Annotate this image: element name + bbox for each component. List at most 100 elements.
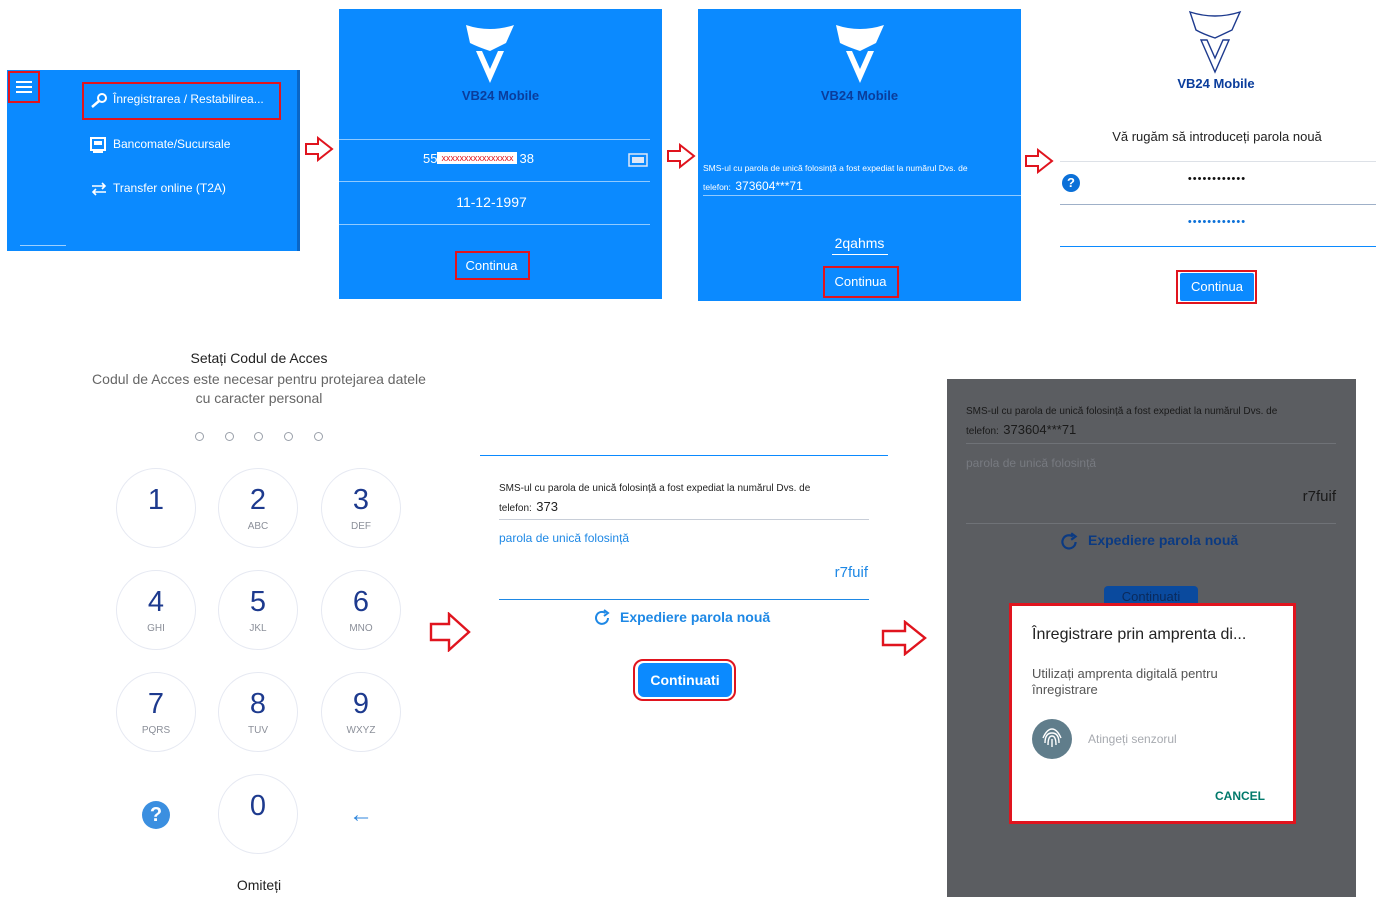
divider [339,181,650,182]
key-digit: 0 [249,790,267,822]
key-letters: WXYZ [346,725,376,736]
sms-info-text: SMS-ul cu parola de unică folosință a fo… [499,483,811,494]
continue-button-highlight [455,251,530,280]
phone-label: telefon: [703,182,731,192]
help-icon[interactable]: ? [142,801,170,829]
set-passcode-subtitle: cu caracter personal [195,390,323,406]
divider [1060,161,1376,162]
key-letters: DEF [351,521,371,532]
fingerprint-icon[interactable] [1032,719,1072,759]
divider [703,195,1021,196]
fingerprint-dialog: Înregistrare prin amprenta di... Utiliza… [1009,603,1296,824]
transfer-icon [91,182,107,196]
menu-item-atm[interactable]: Bancomate/Sucursale [88,133,280,157]
birthdate-field[interactable]: 11-12-1997 [339,194,644,210]
arrow-right-icon [667,143,696,169]
keypad-key-2[interactable]: 2 ABC [218,468,298,548]
divider [339,224,650,225]
atm-icon [90,137,106,153]
key-letters: GHI [147,623,165,634]
key-letters: TUV [248,725,268,736]
pin-dot [254,432,263,441]
phone-line: telefon: 373604***71 [966,421,1076,439]
key-digit: 7 [147,688,165,720]
new-password-prompt: Vă rugăm să introduceți parola nouă [1112,129,1322,144]
sms-info-text: SMS-ul cu parola de unică folosință a fo… [703,163,968,173]
password-field[interactable]: •••••••••••• [1060,173,1374,185]
card-suffix: 38 [519,151,534,166]
menu-right-border [297,70,300,251]
pin-dot [195,432,204,441]
menu-item-registration-highlight [82,82,281,120]
menu-item-transfer-label: Transfer online (T2A) [113,181,226,195]
resend-password-label: Expediere parola nouă [1088,532,1239,548]
keypad-key-6[interactable]: 6 MNO [321,570,401,650]
divider [499,599,869,600]
card-prefix: 55 [423,151,438,166]
vb24-logo-icon [836,25,884,83]
phone-label: telefon: [499,503,532,514]
key-digit: 9 [352,688,370,720]
arrow-right-icon [881,620,927,656]
otp-field[interactable]: r7fuif [1227,488,1336,505]
divider [480,455,888,456]
pin-dot [314,432,323,441]
otp-label: parola de unică folosință [966,456,1097,470]
menu-item-transfer[interactable]: Transfer online (T2A) [88,177,280,201]
app-name: VB24 Mobile [1177,76,1255,91]
dialog-body: Utilizați amprenta digitală pentru [1032,666,1218,681]
keypad-key-1[interactable]: 1 [116,468,196,548]
continue-button-highlight [823,266,899,298]
key-letters: MNO [349,623,373,634]
phone-number: 373 [536,499,558,514]
key-digit: 6 [352,586,370,618]
vb24-logo-icon [466,25,514,83]
confirm-password-field[interactable]: •••••••••••• [1060,216,1374,228]
keypad-key-7[interactable]: 7 PQRS [116,672,196,752]
refresh-icon [595,609,610,625]
divider [1060,204,1376,205]
sms-info-text: SMS-ul cu parola de unică folosință a fo… [966,406,1278,417]
continue-button-highlight [633,659,736,701]
vb24-logo-icon [1188,10,1242,74]
pin-dot [284,432,293,441]
sensor-hint: Atingeți senzorul [1088,732,1177,746]
card-number-field[interactable]: 55 xxxxxxxxxxxxxxxx 38 [423,151,534,166]
keypad-key-9[interactable]: 9 WXYZ [321,672,401,752]
continue-button-highlight [1176,270,1257,304]
keypad-key-8[interactable]: 8 TUV [218,672,298,752]
app-name: VB24 Mobile [461,88,540,103]
divider [1060,246,1376,247]
key-digit: 3 [352,484,370,516]
otp-field[interactable]: 2qahms [698,235,1021,251]
dialog-body: înregistrare [1032,682,1098,697]
app-name: VB24 Mobile [820,88,899,103]
key-digit: 2 [249,484,267,516]
cancel-button[interactable]: CANCEL [1215,789,1265,803]
menu-divider [20,245,66,246]
divider [966,443,1336,444]
skip-link[interactable]: Omiteți [180,877,338,893]
phone-number: 373604***71 [735,179,803,193]
refresh-icon [1061,532,1078,550]
arrow-right-icon [1025,148,1054,174]
phone-line: telefon: 373604***71 [703,177,803,195]
divider [832,254,888,255]
divider [499,519,869,520]
keypad-key-3[interactable]: 3 DEF [321,468,401,548]
set-passcode-subtitle: Codul de Acces este necesar pentru prote… [92,371,426,387]
dialog-title: Înregistrare prin amprenta di... [1032,626,1247,643]
keypad-key-0[interactable]: 0 [218,774,298,854]
otp-label: parola de unică folosință [499,531,630,545]
keypad-key-4[interactable]: 4 GHI [116,570,196,650]
backspace-arrow-icon[interactable]: ← [346,800,376,830]
otp-field[interactable]: r7fuif [760,564,868,581]
key-digit: 5 [249,586,267,618]
key-letters: PQRS [141,725,171,736]
scan-card-icon[interactable] [628,152,648,168]
key-digit: 4 [147,586,165,618]
keypad-key-5[interactable]: 5 JKL [218,570,298,650]
phone-number: 373604***71 [1003,422,1077,437]
divider [966,523,1336,524]
phone-line: telefon: 373 [499,498,558,516]
